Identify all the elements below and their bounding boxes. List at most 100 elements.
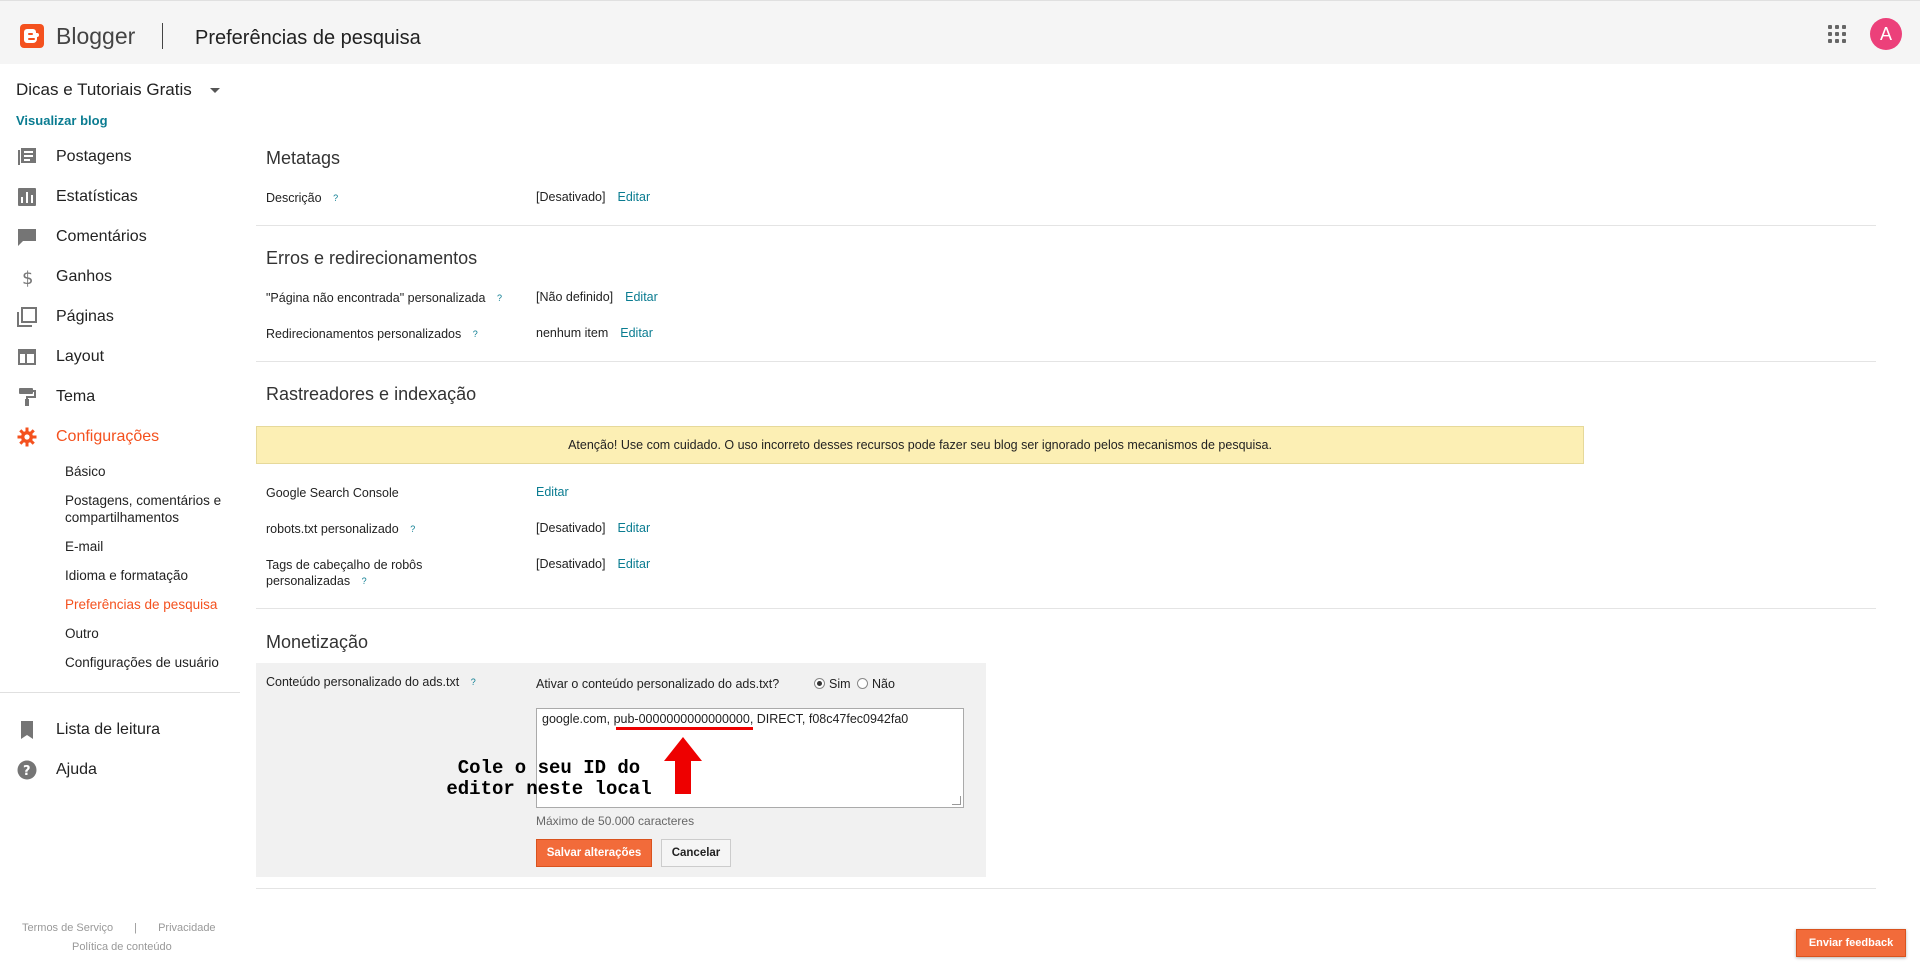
help-icon[interactable]: ? — [469, 328, 481, 340]
posts-icon — [18, 148, 36, 165]
section-title-metatags: Metatags — [266, 148, 341, 168]
description-label-text: Descrição — [266, 191, 322, 205]
edit-robot-tags-link[interactable]: Editar — [617, 557, 650, 571]
privacy-link[interactable]: Privacidade — [158, 922, 215, 934]
annotation-line-2: editor neste local — [446, 778, 652, 800]
redirects-status: nenhum item — [536, 326, 609, 340]
help-icon[interactable]: ? — [358, 575, 370, 587]
radio-sim-dot[interactable] — [814, 678, 825, 689]
edit-redirects-link[interactable]: Editar — [620, 326, 653, 340]
section-divider — [256, 608, 1876, 609]
sidebar-sub-postagens-comentarios[interactable]: Postagens, comentários e compartilhament… — [65, 492, 245, 526]
footer-links: Termos de Serviço | Privacidade — [22, 922, 216, 934]
description-value: [Desativado] Editar — [536, 190, 650, 204]
pages-icon — [17, 307, 37, 327]
sidebar-item-label: Comentários — [56, 228, 147, 245]
edit-not-found-link[interactable]: Editar — [625, 290, 658, 304]
sidebar-item-tema[interactable]: Tema — [0, 379, 240, 415]
sidebar-item-label: Postagens — [56, 148, 132, 165]
svg-text:$: $ — [22, 268, 33, 287]
sidebar-item-layout[interactable]: Layout — [0, 339, 240, 375]
comments-icon — [18, 229, 36, 246]
view-blog-link[interactable]: Visualizar blog — [16, 113, 108, 128]
radio-nao-dot[interactable] — [857, 678, 868, 689]
radio-sim[interactable]: Sim — [814, 677, 851, 691]
sidebar-item-paginas[interactable]: Páginas — [0, 299, 240, 335]
warning-banner: Atenção! Use com cuidado. O uso incorret… — [256, 426, 1584, 464]
help-circle-icon: ? — [17, 760, 37, 780]
sidebar-item-label: Ajuda — [56, 761, 97, 778]
sidebar-item-label: Configurações — [56, 428, 160, 445]
radio-nao[interactable]: Não — [857, 677, 895, 691]
blog-selector[interactable]: Dicas e Tutoriais Gratis — [16, 80, 192, 100]
edit-gsc-link[interactable]: Editar — [536, 485, 569, 499]
annotation-text: Cole o seu ID do editor neste local — [434, 758, 664, 800]
robots-label-text: robots.txt personalizado — [266, 522, 399, 536]
sidebar-item-ajuda[interactable]: ? Ajuda — [0, 752, 240, 788]
resize-handle-icon[interactable] — [952, 796, 961, 805]
feedback-button[interactable]: Enviar feedback — [1796, 929, 1906, 957]
not-found-status: [Não definido] — [536, 290, 614, 304]
sidebar-item-lista-leitura[interactable]: Lista de leitura — [0, 712, 240, 748]
not-found-label-text: "Página não encontrada" personalizada — [266, 291, 486, 305]
gsc-value: Editar — [536, 485, 569, 499]
annotation-line-1: Cole o seu ID do — [457, 757, 641, 779]
section-title-errors: Erros e redirecionamentos — [266, 248, 478, 268]
ads-txt-label: Conteúdo personalizado do ads.txt? — [266, 674, 479, 690]
ads-txt-question: Ativar o conteúdo personalizado do ads.t… — [536, 677, 780, 691]
page-title: Preferências de pesquisa — [195, 27, 421, 49]
sidebar-item-ganhos[interactable]: $ Ganhos — [0, 259, 240, 295]
not-found-value: [Não definido] Editar — [536, 290, 658, 304]
radio-sim-label: Sim — [829, 677, 851, 691]
content-policy-link[interactable]: Política de conteúdo — [72, 941, 172, 953]
section-divider — [256, 888, 1876, 889]
top-header: Blogger Preferências de pesquisa A — [0, 0, 1920, 64]
header-divider — [162, 23, 163, 49]
gear-icon — [17, 427, 37, 447]
sidebar-sub-preferencias-pesquisa[interactable]: Preferências de pesquisa — [65, 596, 245, 613]
help-icon[interactable]: ? — [493, 292, 505, 304]
red-arrow-up-icon — [664, 737, 702, 794]
robot-tags-label-line2: personalizadas — [266, 574, 351, 588]
sidebar-sub-outro[interactable]: Outro — [65, 625, 245, 642]
save-button[interactable]: Salvar alterações — [536, 839, 652, 867]
brand-name[interactable]: Blogger — [56, 23, 135, 50]
sidebar-item-label: Ganhos — [56, 268, 113, 285]
help-icon[interactable]: ? — [330, 192, 342, 204]
sidebar-sub-email[interactable]: E-mail — [65, 538, 245, 555]
sidebar-item-postagens[interactable]: Postagens — [0, 139, 240, 175]
svg-text:?: ? — [23, 764, 31, 779]
description-status: [Desativado] — [536, 190, 606, 204]
sidebar-sub-idioma[interactable]: Idioma e formatação — [65, 567, 245, 584]
redirects-label: Redirecionamentos personalizados? — [266, 326, 481, 342]
redirects-label-text: Redirecionamentos personalizados — [266, 327, 462, 341]
cancel-button[interactable]: Cancelar — [661, 839, 731, 867]
ads-txt-label-text: Conteúdo personalizado do ads.txt — [266, 675, 460, 689]
layout-icon — [18, 349, 36, 365]
blogger-logo-icon[interactable] — [20, 24, 44, 48]
robot-tags-label: Tags de cabeçalho de robôs personalizadas… — [266, 557, 422, 589]
edit-robots-link[interactable]: Editar — [617, 521, 650, 535]
help-icon[interactable]: ? — [407, 523, 419, 535]
sidebar-item-label: Estatísticas — [56, 188, 138, 205]
apps-grid-icon[interactable] — [1828, 25, 1846, 43]
help-icon[interactable]: ? — [467, 676, 479, 688]
sidebar-item-label: Lista de leitura — [56, 721, 161, 738]
description-label: Descrição? — [266, 190, 342, 206]
sidebar-item-configuracoes[interactable]: Configurações — [0, 419, 240, 455]
radio-nao-label: Não — [872, 677, 895, 691]
sidebar-item-comentarios[interactable]: Comentários — [0, 219, 240, 255]
stats-icon — [18, 188, 36, 206]
sidebar-sub-basico[interactable]: Básico — [65, 463, 245, 480]
caret-down-icon[interactable] — [210, 88, 220, 93]
sidebar-sub-usuario[interactable]: Configurações de usuário — [65, 654, 245, 671]
avatar[interactable]: A — [1870, 18, 1902, 50]
section-divider — [256, 361, 1876, 362]
sidebar-item-estatisticas[interactable]: Estatísticas — [0, 179, 240, 215]
redirects-value: nenhum item Editar — [536, 326, 653, 340]
terms-link[interactable]: Termos de Serviço — [22, 922, 113, 934]
footer-separator: | — [134, 922, 138, 934]
section-title-crawlers: Rastreadores e indexação — [266, 384, 477, 404]
not-found-label: "Página não encontrada" personalizada? — [266, 290, 505, 306]
edit-description-link[interactable]: Editar — [617, 190, 650, 204]
